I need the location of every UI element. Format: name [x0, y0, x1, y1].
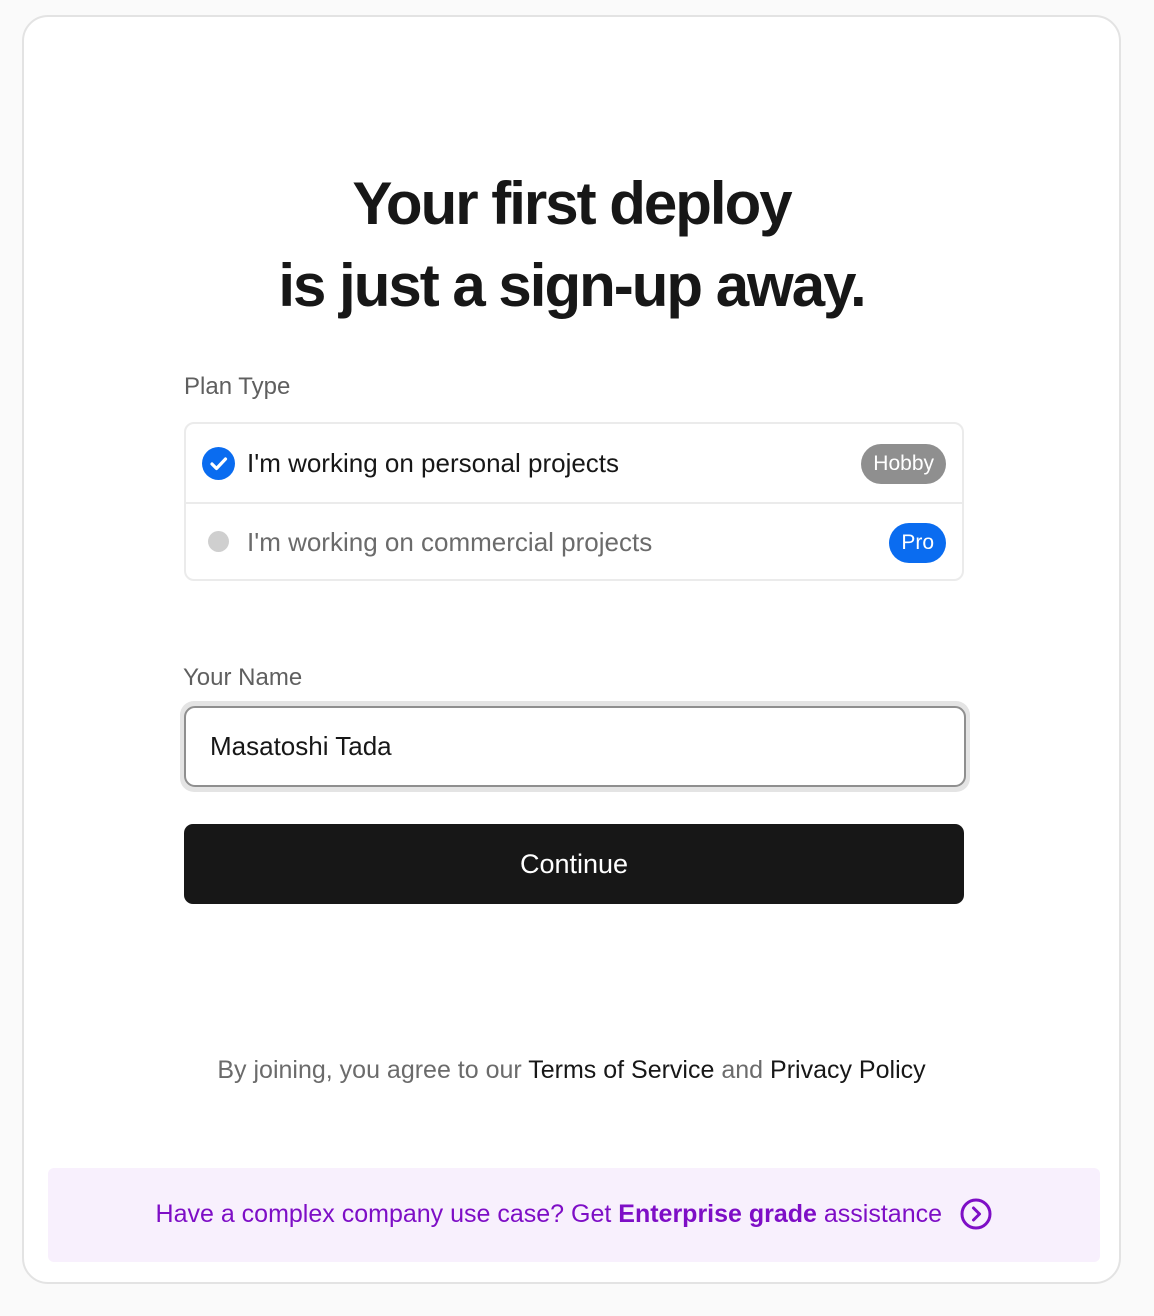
terms-of-service-link[interactable]: Terms of Service: [528, 1056, 714, 1084]
radio-checked-icon[interactable]: [202, 447, 235, 480]
title-line-2: is just a sign-up away.: [278, 252, 866, 319]
enterprise-highlight[interactable]: Enterprise grade: [618, 1200, 817, 1228]
plan-option-pro-label: I'm working on commercial projects: [247, 527, 653, 557]
privacy-policy-link[interactable]: Privacy Policy: [770, 1056, 926, 1084]
terms-prefix: By joining, you agree to our: [217, 1056, 522, 1084]
enterprise-banner[interactable]: Have a complex company use case? Get Ent…: [48, 1168, 1100, 1262]
page-title: Your first deploy is just a sign-up away…: [24, 163, 1119, 327]
enterprise-prefix: Have a complex company use case? Get: [155, 1199, 612, 1228]
signup-card: Your first deploy is just a sign-up away…: [22, 15, 1121, 1284]
title-line-1: Your first deploy: [352, 170, 792, 237]
plan-type-selector: I'm working on personal projects Hobby I…: [184, 422, 964, 581]
pro-badge: Pro: [889, 523, 946, 563]
terms-notice: By joining, you agree to our Terms of Se…: [24, 1056, 1119, 1085]
chevron-right-circle-icon[interactable]: [960, 1198, 992, 1230]
plan-option-hobby-label: I'm working on personal projects: [247, 448, 620, 478]
name-input[interactable]: [184, 706, 966, 787]
name-input-focus-ring: [180, 701, 970, 792]
plan-option-pro[interactable]: I'm working on commercial projects Pro: [186, 503, 962, 579]
radio-unchecked-icon[interactable]: [208, 531, 229, 552]
plan-option-hobby[interactable]: I'm working on personal projects Hobby: [186, 424, 962, 504]
plan-type-label: Plan Type: [184, 373, 291, 400]
hobby-badge: Hobby: [861, 444, 946, 484]
terms-and: and: [721, 1056, 764, 1084]
enterprise-suffix: assistance: [823, 1199, 943, 1228]
continue-button[interactable]: Continue: [184, 824, 964, 904]
enterprise-text: Have a complex company use case? Get Ent…: [156, 1200, 943, 1229]
your-name-label: Your Name: [183, 664, 303, 691]
